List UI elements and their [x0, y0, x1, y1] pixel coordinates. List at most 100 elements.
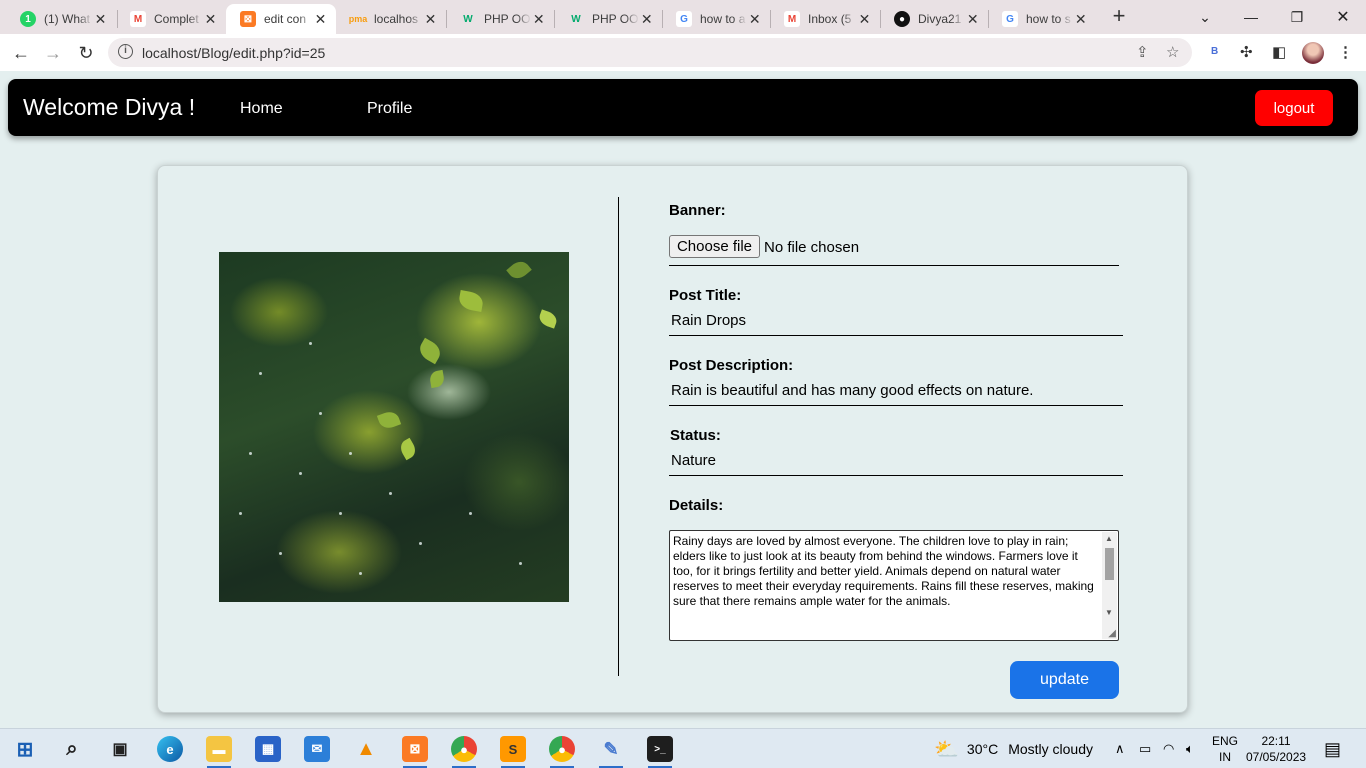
details-scrollbar[interactable]: ▲ ▼: [1102, 532, 1117, 639]
close-icon[interactable]: ✕: [93, 11, 108, 28]
scroll-down-icon[interactable]: ▼: [1105, 608, 1113, 617]
browser-tab-active[interactable]: ⊠ edit con ✕: [226, 4, 336, 34]
close-icon[interactable]: ✕: [203, 11, 218, 28]
post-title-underline: [669, 335, 1123, 336]
banner-label: Banner:: [669, 202, 726, 219]
close-icon[interactable]: ✕: [531, 11, 546, 28]
browser-tab[interactable]: M Inbox (5 ✕: [770, 4, 880, 34]
update-button[interactable]: update: [1010, 661, 1119, 699]
extension-b-icon[interactable]: B: [1211, 46, 1218, 57]
gmail-icon: M: [130, 11, 146, 27]
address-bar[interactable]: i localhost/Blog/edit.php?id=25 ⇪ ☆: [108, 38, 1192, 67]
w3schools-icon: W: [571, 13, 581, 25]
sublime-text-icon[interactable]: S: [500, 736, 526, 762]
github-icon: ●: [894, 11, 910, 27]
site-info-icon[interactable]: i: [118, 44, 133, 59]
language-indicator[interactable]: ENG IN: [1212, 729, 1238, 768]
clock[interactable]: 22:11 07/05/2023: [1246, 729, 1306, 768]
post-title-input[interactable]: Rain Drops: [671, 312, 746, 329]
xampp-icon[interactable]: ⊠: [402, 736, 428, 762]
close-icon[interactable]: ✕: [965, 11, 980, 28]
welcome-brand: Welcome Divya !: [23, 94, 196, 120]
close-icon[interactable]: ✕: [1073, 11, 1088, 28]
share-icon[interactable]: ⇪: [1136, 43, 1149, 61]
logout-button[interactable]: logout: [1255, 90, 1333, 126]
reload-icon[interactable]: ↻: [73, 40, 99, 66]
details-textarea[interactable]: Rainy days are loved by almost everyone.…: [669, 530, 1119, 641]
xampp-icon: ⊠: [240, 11, 256, 27]
mail-icon[interactable]: ✉: [304, 736, 330, 762]
post-description-label: Post Description:: [669, 357, 794, 374]
new-tab-button[interactable]: +: [1108, 4, 1130, 30]
browser-tab[interactable]: 1 (1) What ✕: [6, 4, 116, 34]
task-view-icon[interactable]: ▣: [107, 736, 133, 762]
weather-widget[interactable]: ⛅ 30°C Mostly cloudy: [934, 729, 1093, 768]
close-icon[interactable]: ✕: [639, 11, 654, 28]
post-description-input[interactable]: Rain is beautiful and has many good effe…: [671, 382, 1033, 399]
side-panel-icon[interactable]: ◧: [1272, 43, 1286, 61]
profile-avatar[interactable]: [1302, 42, 1324, 64]
terminal-icon[interactable]: >_: [647, 736, 673, 762]
vlc-icon[interactable]: ▲: [353, 736, 379, 762]
tab-search-icon[interactable]: ⌄: [1182, 0, 1228, 34]
vertical-divider: [618, 197, 619, 676]
store-icon[interactable]: ▦: [255, 736, 281, 762]
browser-tab[interactable]: ● Divya21 ✕: [880, 4, 988, 34]
close-icon[interactable]: ✕: [857, 11, 872, 28]
w3schools-icon: W: [463, 13, 473, 25]
extensions-puzzle-icon[interactable]: ✣: [1240, 43, 1253, 61]
wifi-icon[interactable]: ◠: [1163, 729, 1174, 768]
browser-tab[interactable]: M Complet ✕: [116, 4, 226, 34]
resize-grip-icon[interactable]: ◢: [1108, 628, 1116, 639]
browser-tab-strip: 1 (1) What ✕ M Complet ✕ ⊠ edit con ✕ pm…: [0, 0, 1366, 34]
forward-arrow-icon[interactable]: →: [40, 40, 66, 66]
file-explorer-icon[interactable]: ▬: [206, 736, 232, 762]
post-banner-image: [219, 252, 569, 602]
whatsapp-icon: 1: [20, 11, 36, 27]
choose-file-button[interactable]: Choose file: [669, 235, 760, 258]
browser-tab[interactable]: G how to a ✕: [662, 4, 770, 34]
details-label: Details:: [669, 497, 724, 514]
minimize-button[interactable]: —: [1228, 0, 1274, 34]
battery-icon[interactable]: ▭: [1139, 729, 1151, 768]
browser-tab[interactable]: W PHP OO ✕: [554, 4, 662, 34]
post-description-underline: [669, 405, 1123, 406]
site-navbar: Welcome Divya ! Home Profile logout: [8, 79, 1358, 136]
chrome-profile-icon[interactable]: ●: [549, 736, 575, 762]
bookmark-star-icon[interactable]: ☆: [1166, 43, 1179, 61]
cloudy-weather-icon: ⛅: [934, 738, 959, 761]
scrollbar-thumb[interactable]: [1105, 548, 1114, 580]
status-input[interactable]: Nature: [671, 452, 716, 469]
windows-taskbar: ⊞ ⌕ ▣ e ▬ ▦ ✉ ▲ ⊠ ● S ● ✎ >_ ⛅ 30°C Most…: [0, 728, 1366, 768]
paint-icon[interactable]: ✎: [598, 736, 624, 762]
volume-icon[interactable]: 🔈︎: [1186, 729, 1194, 768]
edit-post-card: Banner: Choose file No file chosen Post …: [157, 165, 1188, 713]
file-status-text: No file chosen: [764, 239, 860, 256]
windows-start-icon[interactable]: ⊞: [12, 736, 38, 762]
search-icon[interactable]: ⌕: [59, 736, 85, 762]
close-icon[interactable]: ✕: [313, 11, 328, 28]
google-icon: G: [1002, 11, 1018, 27]
post-title-label: Post Title:: [669, 287, 742, 304]
close-icon[interactable]: ✕: [747, 11, 762, 28]
show-hidden-icons[interactable]: ∧: [1115, 729, 1125, 768]
nav-profile-link[interactable]: Profile: [367, 100, 412, 118]
url-text[interactable]: localhost/Blog/edit.php?id=25: [142, 45, 325, 61]
phpmyadmin-icon: pma: [348, 14, 368, 24]
browser-tab[interactable]: G how to s ✕: [988, 4, 1096, 34]
chrome-icon[interactable]: ●: [451, 736, 477, 762]
banner-underline: [669, 265, 1119, 266]
restore-button[interactable]: ❐: [1274, 0, 1320, 34]
menu-kebab-icon[interactable]: ⋮: [1338, 43, 1353, 61]
close-icon[interactable]: ✕: [423, 11, 438, 28]
edge-icon[interactable]: e: [157, 736, 183, 762]
back-arrow-icon[interactable]: ←: [8, 40, 34, 66]
scroll-up-icon[interactable]: ▲: [1105, 534, 1113, 543]
notifications-icon[interactable]: ▤: [1324, 729, 1341, 768]
browser-tab[interactable]: W PHP OO ✕: [446, 4, 554, 34]
address-toolbar: ← → ↻ i localhost/Blog/edit.php?id=25 ⇪ …: [0, 34, 1366, 71]
nav-home-link[interactable]: Home: [240, 100, 283, 118]
browser-tab[interactable]: pma localhos ✕: [336, 4, 446, 34]
details-text: Rainy days are loved by almost everyone.…: [673, 534, 1094, 608]
close-window-button[interactable]: ✕: [1320, 0, 1366, 34]
